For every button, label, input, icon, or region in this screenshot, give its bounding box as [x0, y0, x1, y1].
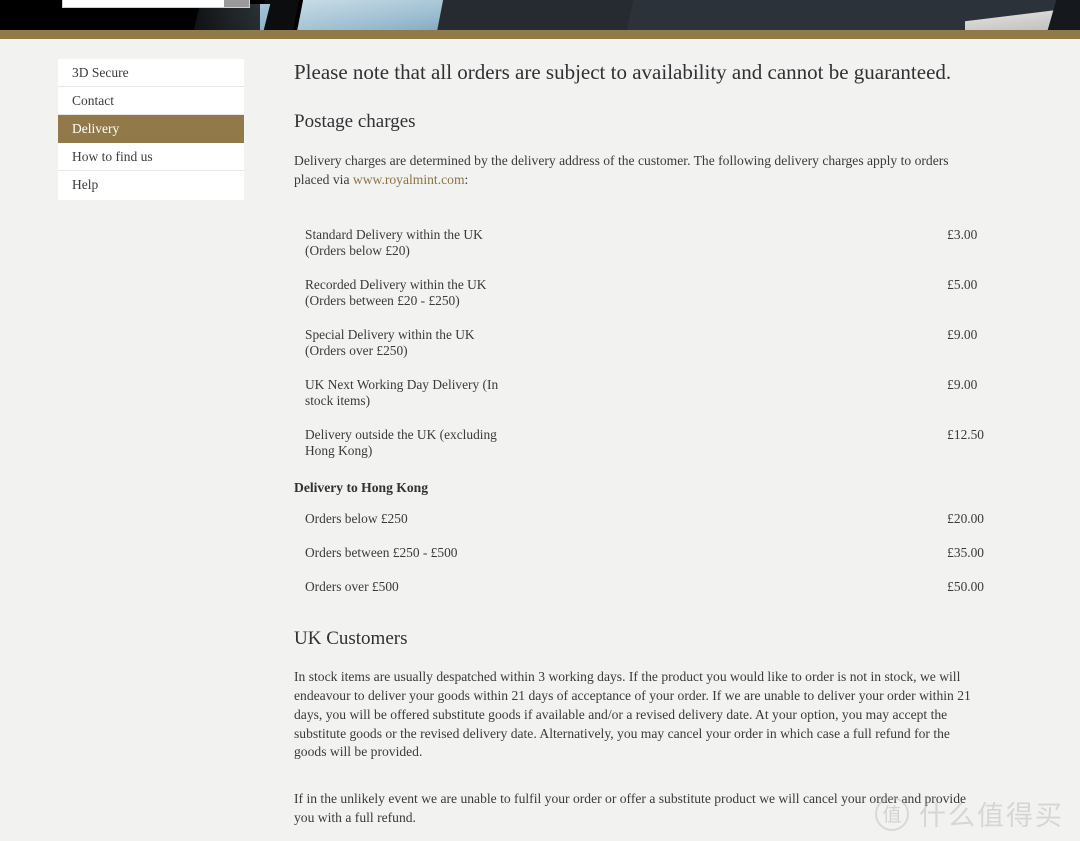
- charge-label: Orders between £250 - £500: [305, 544, 458, 560]
- sidebar-nav: 3D Secure Contact Delivery How to find u…: [58, 59, 244, 200]
- hong-kong-subheading: Delivery to Hong Kong: [294, 479, 429, 495]
- charge-label: Recorded Delivery within the UK (Orders …: [305, 276, 487, 308]
- main-content: Please note that all orders are subject …: [294, 59, 984, 841]
- uk-customers-heading: UK Customers: [294, 627, 408, 649]
- sidebar-item-delivery[interactable]: Delivery: [58, 115, 244, 143]
- table-row: Delivery outside the UK (excluding Hong …: [294, 418, 984, 468]
- charge-price: £5.00: [947, 276, 978, 292]
- charge-label: Orders over £500: [305, 578, 399, 594]
- table-row: Orders below £250 £20.00: [294, 502, 984, 536]
- table-row: Standard Delivery within the UK (Orders …: [294, 218, 984, 268]
- royalmint-link[interactable]: www.royalmint.com: [353, 172, 465, 187]
- charge-label: UK Next Working Day Delivery (In stock i…: [305, 376, 499, 408]
- charge-label: Standard Delivery within the UK (Orders …: [305, 226, 483, 258]
- banner-shape-dark-mid: [426, 0, 634, 30]
- charge-price: £9.00: [947, 376, 978, 392]
- sidebar-item-how-to-find-us[interactable]: How to find us: [58, 143, 244, 171]
- search-input[interactable]: [63, 0, 224, 7]
- charge-label: Special Delivery within the UK (Orders o…: [305, 326, 475, 358]
- page-body: 3D Secure Contact Delivery How to find u…: [0, 39, 1080, 841]
- uk-customers-paragraph-2: If in the unlikely event we are unable t…: [294, 791, 967, 825]
- sidebar-item-3d-secure[interactable]: 3D Secure: [58, 59, 244, 87]
- postage-intro-text-after: :: [464, 171, 469, 187]
- charge-label: Orders below £250: [305, 510, 408, 526]
- charge-label: Delivery outside the UK (excluding Hong …: [305, 426, 497, 458]
- gold-divider-rule: [0, 30, 1080, 39]
- table-row: UK Next Working Day Delivery (In stock i…: [294, 368, 984, 418]
- charge-price: £50.00: [947, 578, 984, 594]
- table-row: Recorded Delivery within the UK (Orders …: [294, 268, 984, 318]
- sidebar-item-help[interactable]: Help: [58, 171, 244, 199]
- uk-customers-paragraph-1: In stock items are usually despatched wi…: [294, 669, 971, 760]
- charge-price: £12.50: [947, 426, 984, 442]
- table-row: Orders over £500 £50.00: [294, 570, 984, 604]
- charge-price: £20.00: [947, 510, 984, 526]
- search-box[interactable]: [62, 0, 250, 8]
- postage-charges-heading: Postage charges: [294, 111, 416, 133]
- hero-banner: [0, 0, 1080, 30]
- hong-kong-charges-table: Orders below £250 £20.00 Orders between …: [294, 502, 984, 604]
- charge-price: £9.00: [947, 326, 978, 342]
- postage-intro-paragraph: Delivery charges are determined by the d…: [294, 152, 984, 190]
- charge-price: £3.00: [947, 226, 978, 242]
- page-lede: Please note that all orders are subject …: [294, 60, 952, 84]
- banner-shape-blue-panel-large: [295, 0, 445, 30]
- table-row: Orders between £250 - £500 £35.00: [294, 536, 984, 570]
- sidebar-item-contact[interactable]: Contact: [58, 87, 244, 115]
- table-row: Special Delivery within the UK (Orders o…: [294, 318, 984, 368]
- search-submit-button[interactable]: [224, 0, 249, 7]
- uk-charges-table: Standard Delivery within the UK (Orders …: [294, 218, 984, 468]
- charge-price: £35.00: [947, 544, 984, 560]
